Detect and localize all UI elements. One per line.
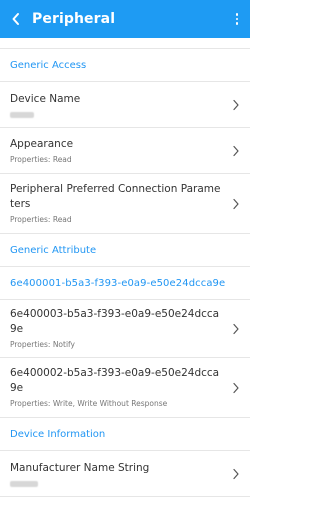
chevron-right-icon — [233, 468, 239, 479]
chevron-left-icon — [12, 13, 19, 25]
chevron-right-icon — [233, 323, 239, 334]
more-vertical-icon — [235, 13, 239, 16]
characteristic-row-manufacturer-name[interactable]: Manufacturer Name String — [0, 451, 250, 497]
characteristic-name: 6e400002-b5a3-f393-e0a9-e50e24dcca9e — [10, 367, 220, 394]
characteristic-row-write[interactable]: 6e400002-b5a3-f393-e0a9-e50e24dcca9e Pro… — [0, 358, 250, 418]
characteristic-name: Appearance — [10, 137, 74, 150]
top-divider — [0, 38, 250, 49]
chevron-right-icon — [233, 198, 239, 209]
chevron-right-icon — [233, 145, 239, 156]
peripheral-screen: Peripheral Generic Access Device Name Ap… — [0, 0, 250, 506]
characteristic-row-preferred-connection-params[interactable]: Peripheral Preferred Connection Paramete… — [0, 174, 250, 234]
characteristic-properties: Properties: Write, Write Without Respons… — [10, 399, 168, 408]
characteristic-properties: Properties: Read — [10, 154, 72, 164]
characteristic-properties: Properties: Read — [10, 215, 72, 224]
service-header-generic-attribute[interactable]: Generic Attribute — [0, 234, 250, 267]
service-header-generic-access[interactable]: Generic Access — [0, 49, 250, 82]
chevron-right-icon — [233, 99, 239, 110]
characteristic-name: Device Name — [10, 92, 81, 105]
more-options-button[interactable] — [232, 9, 242, 29]
characteristic-name: 6e400003-b5a3-f393-e0a9-e50e24dcca9e — [10, 308, 220, 335]
redacted-value — [10, 111, 34, 118]
app-bar: Peripheral — [0, 0, 250, 38]
chevron-right-icon — [233, 382, 239, 393]
characteristic-row-device-name[interactable]: Device Name — [0, 82, 250, 128]
characteristic-properties: Properties: Notify — [10, 340, 75, 349]
redacted-value — [10, 480, 38, 487]
service-header-device-information[interactable]: Device Information — [0, 418, 250, 451]
characteristic-name: Manufacturer Name String — [10, 461, 150, 474]
page-title: Peripheral — [32, 11, 116, 27]
service-header-uart[interactable]: 6e400001-b5a3-f393-e0a9-e50e24dcca9e — [0, 267, 250, 300]
characteristic-row-notify[interactable]: 6e400003-b5a3-f393-e0a9-e50e24dcca9e Pro… — [0, 300, 250, 358]
characteristic-row-appearance[interactable]: Appearance Properties: Read — [0, 128, 250, 174]
characteristic-name: Peripheral Preferred Connection Paramete… — [10, 183, 221, 210]
back-button[interactable] — [6, 9, 26, 29]
